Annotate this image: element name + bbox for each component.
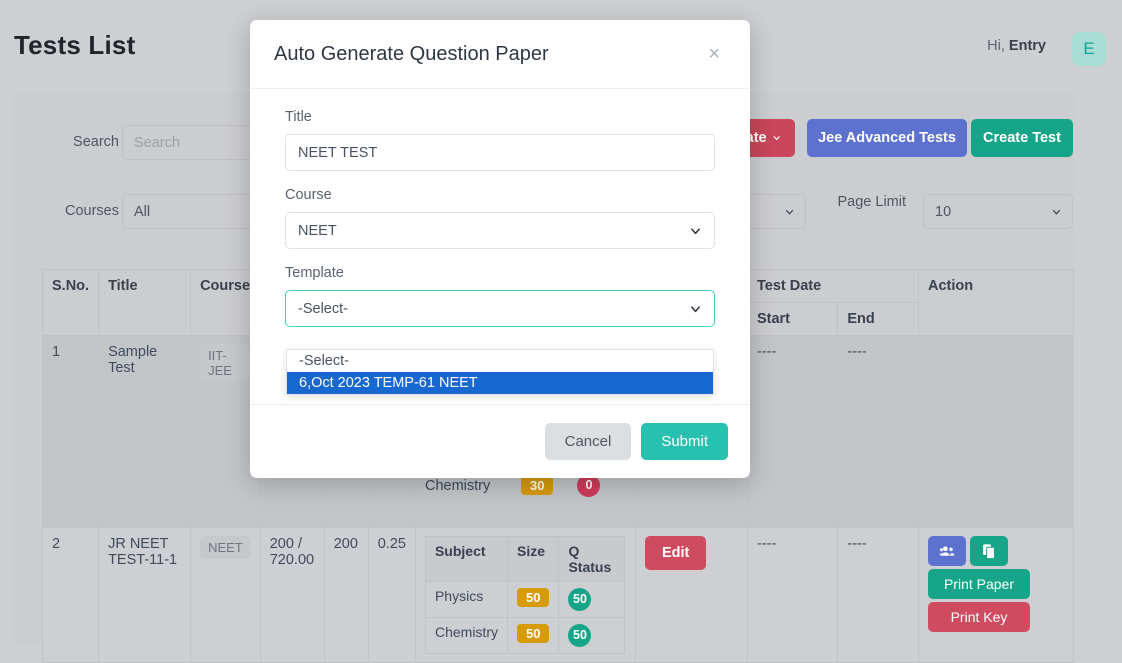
- courses-label: Courses: [65, 203, 119, 219]
- template-select[interactable]: -Select-: [285, 290, 715, 327]
- chevron-down-icon: [773, 136, 780, 141]
- modal-body: Title NEET TEST Course NEET Template -Se…: [250, 89, 750, 327]
- cell-subjects: Subject Size Q Status Physics 50 50 Chem…: [414, 527, 636, 663]
- cell-sno: 1: [41, 335, 100, 528]
- subject-size-badge: 50: [516, 588, 550, 607]
- cell-end: ----: [837, 335, 919, 528]
- chevron-down-icon: [691, 305, 700, 312]
- cell-negative: 0.25: [367, 527, 416, 663]
- subject-table: Subject Size Q Status Physics 50 50 Chem…: [424, 536, 625, 654]
- subject-name: Physics: [424, 581, 508, 618]
- course-field-group: Course NEET: [285, 187, 715, 249]
- submit-button[interactable]: Submit: [641, 423, 728, 460]
- qstatus-col-header: Q Status: [558, 536, 625, 582]
- cell-course: NEET: [190, 527, 261, 663]
- template-dropdown-list[interactable]: -Select- 6,Oct 2023 TEMP-61 NEET: [286, 349, 714, 395]
- title-input[interactable]: NEET TEST: [285, 134, 715, 171]
- cell-end: ----: [837, 527, 919, 663]
- cell-count: 200: [323, 527, 369, 663]
- template-option[interactable]: -Select-: [287, 350, 713, 372]
- edit-button[interactable]: Edit: [644, 536, 707, 570]
- subject-qstatus-badge: 50: [568, 588, 592, 611]
- cell-start: ----: [746, 527, 839, 663]
- cancel-button[interactable]: Cancel: [544, 423, 632, 460]
- template-field-label: Template: [285, 265, 344, 281]
- modal-header: Auto Generate Question Paper ×: [250, 20, 750, 89]
- page-limit-label: Page Limit: [837, 194, 906, 210]
- cell-edit: Edit: [634, 527, 748, 663]
- greeting: Hi, Entry: [987, 38, 1046, 54]
- th-action: Action: [918, 269, 1074, 336]
- page-title: Tests List: [14, 30, 136, 60]
- auto-generate-question-paper-modal: Auto Generate Question Paper × Title NEE…: [250, 20, 750, 478]
- assign-students-button[interactable]: [928, 536, 966, 566]
- size-col-header: Size: [506, 536, 560, 582]
- modal-footer: Cancel Submit: [250, 404, 750, 478]
- action-icon-group: [928, 536, 1064, 566]
- users-icon: [938, 545, 954, 556]
- th-end: End: [837, 302, 919, 336]
- course-pill: NEET: [200, 536, 251, 559]
- cell-title: Sample Test: [98, 335, 192, 528]
- courses-value: All: [134, 203, 151, 220]
- course-field-label: Course: [285, 187, 332, 203]
- subject-header-row: Subject Size Q Status: [424, 536, 625, 582]
- subject-size-badge: 50: [516, 624, 550, 643]
- page-limit-value: 10: [935, 203, 952, 220]
- th-sno: S.No.: [41, 269, 100, 336]
- greeting-name: Entry: [1008, 38, 1046, 54]
- cell-title: JR NEET TEST-11-1: [98, 527, 192, 663]
- copy-icon: [982, 543, 995, 559]
- course-select-value: NEET: [298, 222, 337, 239]
- subject-row: Physics 50 50: [424, 581, 625, 618]
- subject-name: Chemistry: [424, 617, 508, 654]
- course-select[interactable]: NEET: [285, 212, 715, 249]
- th-title: Title: [98, 269, 192, 336]
- copy-test-button[interactable]: [970, 536, 1008, 566]
- avatar[interactable]: E: [1072, 32, 1106, 66]
- template-select-value: -Select-: [298, 300, 348, 317]
- subject-qstatus-badge: 50: [568, 624, 592, 647]
- th-test-date: Test Date: [746, 269, 920, 303]
- page-limit-select[interactable]: 10: [923, 194, 1073, 229]
- subject-row: Chemistry 50 50: [424, 617, 625, 654]
- subject-col-header: Subject: [424, 536, 508, 582]
- course-pill: IIT-JEE: [200, 344, 251, 382]
- cell-marks: 200 / 720.00: [259, 527, 325, 663]
- search-label: Search: [73, 134, 119, 150]
- close-icon[interactable]: ×: [702, 42, 726, 66]
- cell-sno: 2: [41, 527, 100, 663]
- greeting-prefix: Hi,: [987, 38, 1005, 54]
- cell-start: ----: [746, 335, 839, 528]
- print-paper-button[interactable]: Print Paper: [928, 569, 1030, 599]
- print-key-button[interactable]: Print Key: [928, 602, 1030, 632]
- subject-size-badge: 30: [520, 476, 554, 495]
- subject-name: Chemistry: [424, 477, 491, 494]
- template-option[interactable]: 6,Oct 2023 TEMP-61 NEET: [287, 372, 713, 394]
- title-field-group: Title NEET TEST: [285, 109, 715, 171]
- title-field-label: Title: [285, 109, 312, 125]
- chevron-down-icon: [1052, 209, 1061, 214]
- create-test-button[interactable]: Create Test: [971, 119, 1073, 157]
- chevron-down-icon: [785, 209, 794, 214]
- jee-advanced-tests-button[interactable]: Jee Advanced Tests: [807, 119, 967, 157]
- th-start: Start: [746, 302, 839, 336]
- cell-action: Print Paper Print Key: [918, 527, 1074, 663]
- chevron-down-icon: [691, 227, 700, 234]
- modal-title: Auto Generate Question Paper: [274, 42, 549, 65]
- cell-action: [918, 335, 1074, 528]
- table-row[interactable]: 2 JR NEET TEST-11-1 NEET 200 / 720.00 20…: [41, 527, 1074, 663]
- template-field-group: Template -Select-: [285, 265, 715, 327]
